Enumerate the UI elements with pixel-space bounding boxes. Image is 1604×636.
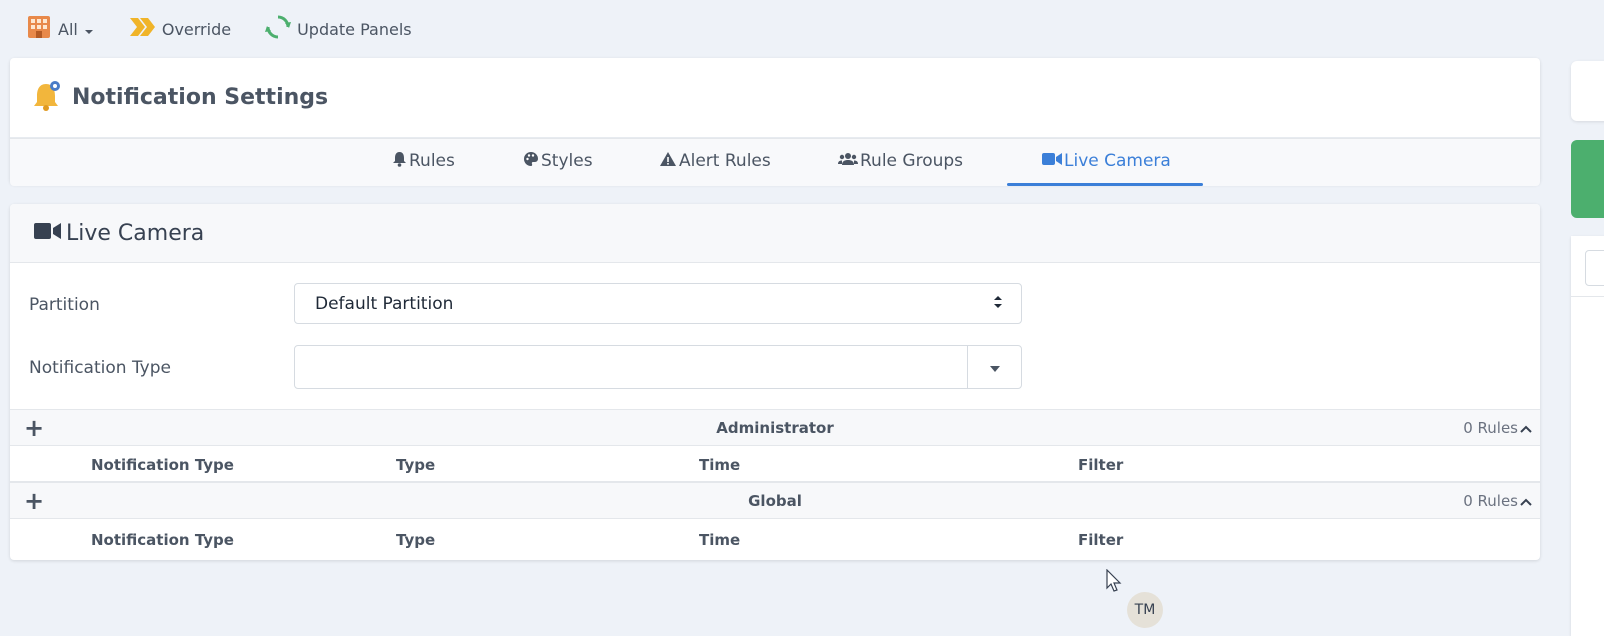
- notification-settings-card: Notification Settings Rules Styles Alert…: [10, 58, 1540, 186]
- update-panels-button[interactable]: Update Panels: [265, 14, 412, 44]
- group-name: Global: [748, 492, 802, 510]
- side-panel-list: [1571, 236, 1604, 636]
- tab-rules[interactable]: Rules: [392, 139, 455, 183]
- update-panels-label: Update Panels: [297, 19, 412, 39]
- avatar[interactable]: TM: [1127, 592, 1163, 628]
- group-row-global: + Global 0 Rules: [10, 482, 1540, 519]
- sort-arrows-icon: [993, 293, 1003, 311]
- tab-bar: Rules Styles Alert Rules Rule Groups Liv…: [10, 138, 1540, 186]
- video-camera-icon: [1042, 151, 1062, 171]
- double-chevron-right-icon: [128, 16, 156, 42]
- bell-icon: [392, 151, 407, 172]
- video-camera-icon: [34, 221, 62, 246]
- avatar-initials: TM: [1134, 602, 1156, 618]
- section-title: Live Camera: [66, 220, 205, 246]
- group-row-administrator: + Administrator 0 Rules: [10, 409, 1540, 446]
- partition-select-value: Default Partition: [315, 294, 454, 314]
- table-header-row: Notification Type Type Time Filter: [10, 446, 1540, 482]
- divider: [1571, 296, 1604, 297]
- override-button[interactable]: Override: [128, 16, 231, 42]
- live-camera-card: Live Camera Partition Default Partition …: [10, 204, 1540, 560]
- override-label: Override: [161, 19, 232, 39]
- palette-icon: [523, 151, 539, 172]
- group-name: Administrator: [716, 419, 834, 437]
- tab-styles[interactable]: Styles: [523, 139, 593, 183]
- notification-type-combobox: [294, 345, 1022, 389]
- users-icon: [838, 151, 858, 172]
- top-toolbar: All Override Update Panels: [26, 14, 412, 44]
- group-rule-count[interactable]: 0 Rules: [1463, 419, 1532, 437]
- column-header-type[interactable]: Type: [396, 531, 435, 549]
- column-header-notification-type[interactable]: Notification Type: [91, 531, 234, 549]
- side-panel-input[interactable]: [1585, 250, 1604, 286]
- tab-label: Live Camera: [1064, 151, 1171, 171]
- notification-type-label: Notification Type: [29, 358, 171, 378]
- mouse-cursor-icon: [1106, 568, 1122, 597]
- column-header-filter[interactable]: Filter: [1078, 531, 1123, 549]
- column-header-filter[interactable]: Filter: [1078, 456, 1123, 474]
- tab-alert-rules[interactable]: Alert Rules: [659, 139, 771, 183]
- page-header: Notification Settings: [10, 58, 1540, 138]
- chevron-up-icon: [1520, 419, 1532, 437]
- side-panel-card: [1571, 61, 1604, 121]
- column-header-notification-type[interactable]: Notification Type: [91, 456, 234, 474]
- column-header-time[interactable]: Time: [699, 531, 740, 549]
- tab-label: Styles: [541, 151, 593, 171]
- tab-label: Alert Rules: [679, 151, 771, 171]
- notification-type-dropdown-button[interactable]: [967, 346, 1021, 388]
- rule-count-label: 0 Rules: [1463, 492, 1518, 510]
- warning-icon: [659, 151, 677, 172]
- caret-down-icon: [989, 358, 1001, 377]
- group-rule-count[interactable]: 0 Rules: [1463, 492, 1532, 510]
- partition-row: Partition Default Partition: [10, 283, 1540, 327]
- table-header-row: Notification Type Type Time Filter: [10, 521, 1540, 557]
- notification-type-input[interactable]: [295, 346, 969, 388]
- caret-down-icon: [84, 20, 94, 39]
- tab-rule-groups[interactable]: Rule Groups: [838, 139, 963, 183]
- tab-label: Rules: [409, 151, 455, 171]
- partition-select[interactable]: Default Partition: [294, 283, 1022, 324]
- bell-gear-icon: [32, 78, 62, 118]
- refresh-icon: [265, 14, 292, 44]
- all-dropdown[interactable]: All: [26, 14, 94, 44]
- tab-live-camera[interactable]: Live Camera: [1042, 139, 1171, 183]
- side-panel-green-card[interactable]: [1571, 140, 1604, 218]
- column-header-time[interactable]: Time: [699, 456, 740, 474]
- column-header-type[interactable]: Type: [396, 456, 435, 474]
- notification-type-row: Notification Type: [10, 345, 1540, 389]
- active-tab-indicator: [1007, 183, 1203, 186]
- chevron-up-icon: [1520, 492, 1532, 510]
- rule-count-label: 0 Rules: [1463, 419, 1518, 437]
- building-icon: [26, 14, 52, 44]
- all-label: All: [58, 19, 78, 39]
- partition-label: Partition: [29, 295, 100, 315]
- page-title: Notification Settings: [72, 85, 329, 110]
- tab-label: Rule Groups: [860, 151, 964, 171]
- section-header: Live Camera: [10, 204, 1540, 263]
